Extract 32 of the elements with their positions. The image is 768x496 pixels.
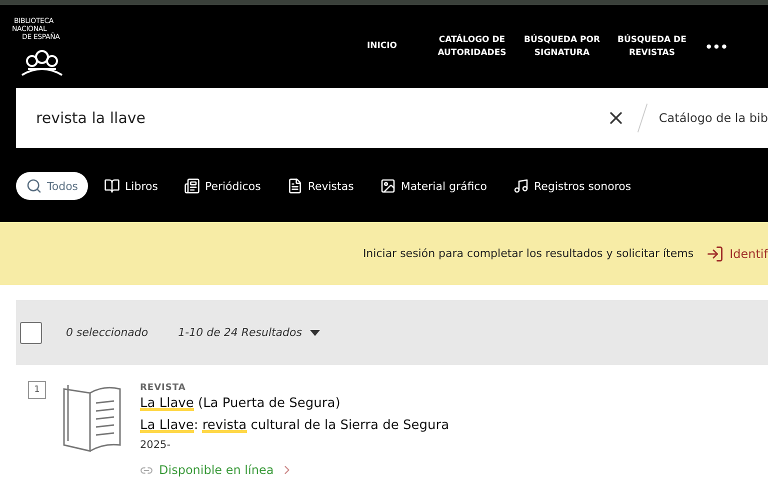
- category-tab[interactable]: Todos: [16, 172, 88, 200]
- newspaper-icon: [184, 178, 200, 194]
- category-tab[interactable]: Periódicos: [174, 172, 271, 200]
- result-title[interactable]: La Llave: revista cultural de la Sierra de Segura: [140, 415, 450, 437]
- resource-type: REVISTA: [140, 383, 186, 393]
- document-icon: [286, 178, 303, 194]
- login-icon: [706, 244, 724, 262]
- nav-link[interactable]: CATÁLOGO DE AUTORIDADES: [426, 34, 517, 60]
- select-all-checkbox[interactable]: [20, 322, 42, 344]
- selection-count: 0 seleccionado: [66, 326, 148, 339]
- category-tab[interactable]: Registros sonoros: [502, 172, 642, 200]
- nav-link[interactable]: BÚSQUEDA DE REVISTAS: [606, 34, 697, 60]
- scope-selector[interactable]: Catálogo de la bib: [658, 111, 768, 125]
- availability-link[interactable]: Disponible en línea: [140, 463, 294, 477]
- caret-icon: [310, 330, 320, 336]
- music-icon: [512, 178, 529, 194]
- result-title[interactable]: La Llave (La Puerta de Segura): [140, 393, 340, 415]
- more-menu[interactable]: •••: [704, 40, 728, 54]
- results-range-dropdown[interactable]: 1-10 de 24 Resultados: [172, 325, 326, 340]
- search-icon: [26, 178, 42, 194]
- login-message: Iniciar sesión para completar los resultados y solicitar ítems: [362, 247, 694, 260]
- category-tab[interactable]: Revistas: [276, 172, 364, 200]
- publication-date: 2025-: [140, 439, 171, 451]
- nav-link[interactable]: INICIO: [336, 40, 427, 53]
- image-icon: [380, 178, 396, 194]
- category-tab[interactable]: Libros: [94, 172, 168, 200]
- login-link[interactable]: Identif: [706, 244, 768, 262]
- nav-link[interactable]: BÚSQUEDA POR SIGNATURA: [516, 34, 607, 60]
- search-field[interactable]: revista la llave Catálogo de la bib: [16, 88, 768, 148]
- book-icon: [104, 178, 120, 194]
- category-tab[interactable]: Material gráfico: [370, 172, 497, 200]
- result-number: 1: [28, 381, 46, 399]
